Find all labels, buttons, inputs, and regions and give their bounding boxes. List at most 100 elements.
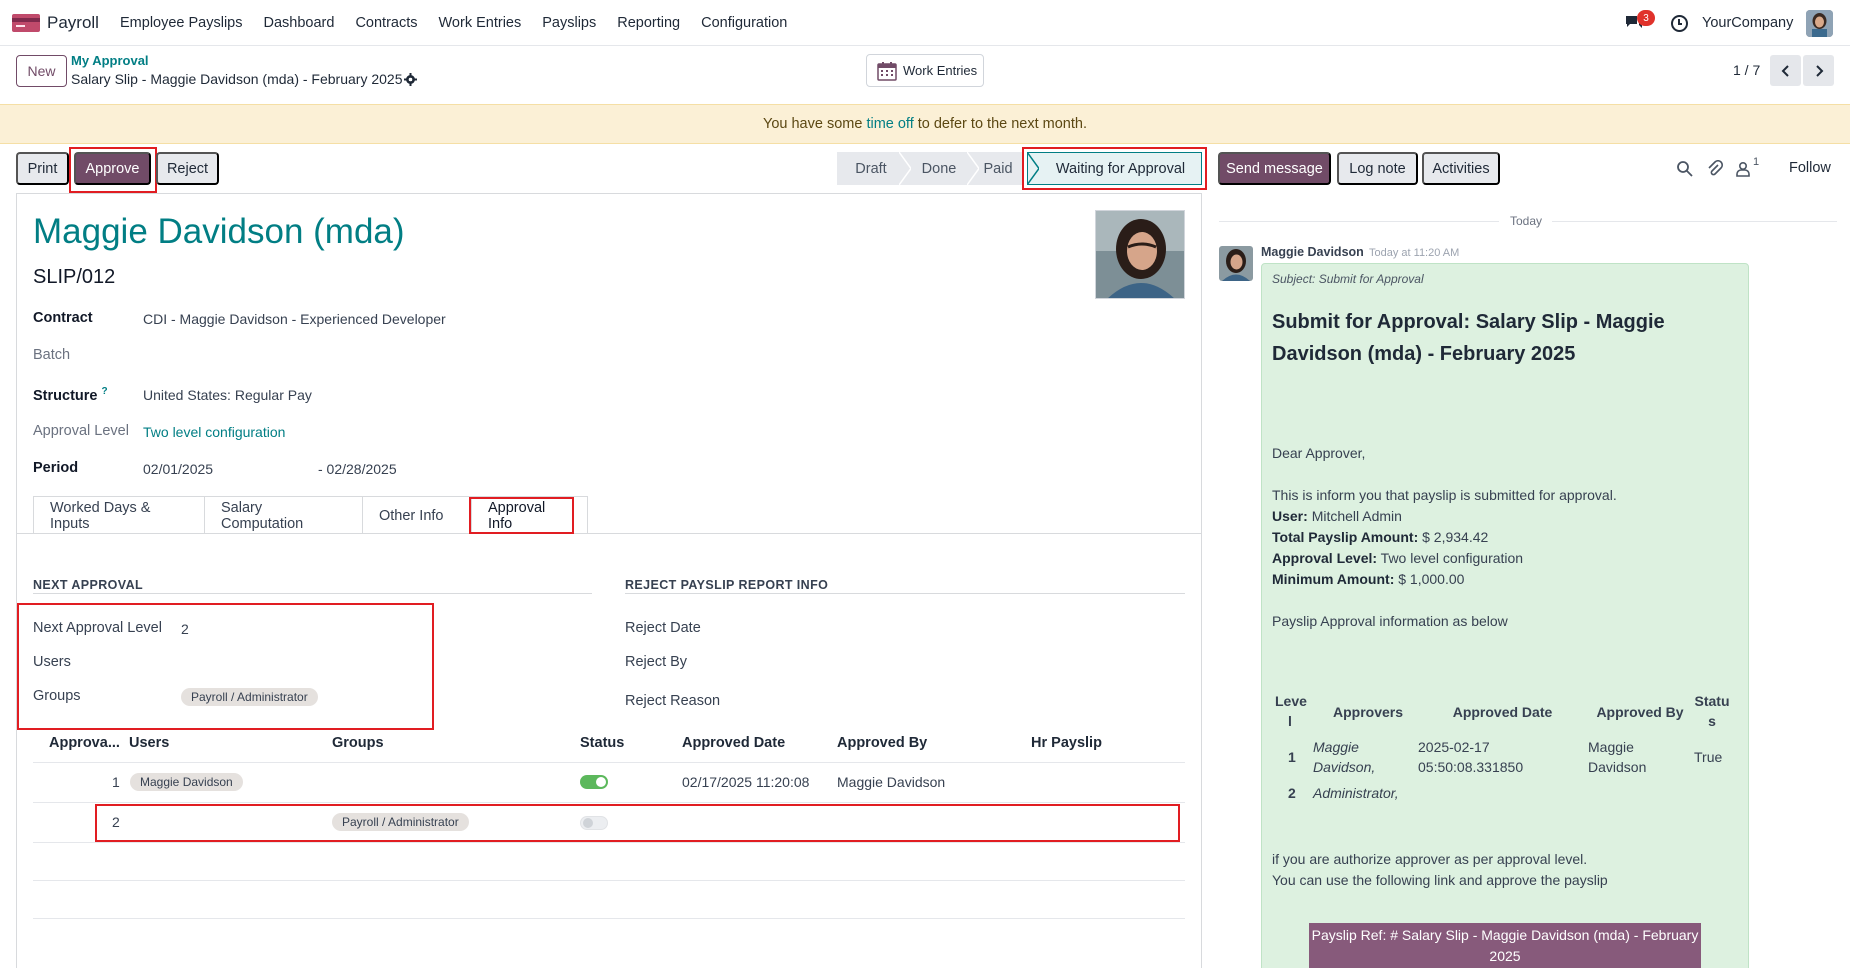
gear-icon[interactable] <box>404 73 417 86</box>
stage-paid[interactable]: Paid <box>973 152 1023 185</box>
message-subject: Subject: Submit for Approval <box>1272 272 1424 286</box>
payslip-ref-button[interactable]: Payslip Ref: # Salary Slip - Maggie Davi… <box>1309 923 1701 968</box>
message-info-line: Payslip Approval information as below <box>1272 613 1508 629</box>
next-approval-title: NEXT APPROVAL <box>33 578 144 592</box>
approval-tab-highlight <box>469 497 574 534</box>
tab-worked-days[interactable]: Worked Days & Inputs <box>33 496 205 534</box>
send-message-button[interactable]: Send message <box>1218 152 1331 185</box>
tab-salary-computation[interactable]: Salary Computation <box>204 496 363 534</box>
structure-value[interactable]: United States: Regular Pay <box>143 387 312 403</box>
col-hr-payslip[interactable]: Hr Payslip <box>1031 735 1102 751</box>
row2-highlight <box>95 804 1180 842</box>
time-off-banner: You have some time off to defer to the n… <box>0 104 1850 144</box>
msg-col-approved-date: Approved Date <box>1452 704 1553 720</box>
menu-work-entries[interactable]: Work Entries <box>439 15 522 31</box>
pager-value[interactable]: 1 / 7 <box>1733 62 1760 78</box>
row1-user-tag[interactable]: Maggie Davidson <box>130 773 243 791</box>
msg-row1-approvers: Maggie Davidson, <box>1313 739 1376 775</box>
menu-reporting[interactable]: Reporting <box>617 15 680 31</box>
period-label: Period <box>33 460 79 476</box>
tabs-divider <box>17 533 1201 534</box>
chevron-right-icon <box>1815 64 1823 77</box>
work-entries-label: Work Entries <box>903 63 978 78</box>
stage-separator <box>967 152 979 185</box>
col-approved-date[interactable]: Approved Date <box>682 735 785 751</box>
search-icon[interactable] <box>1676 160 1694 178</box>
chevron-left-icon <box>1781 64 1789 77</box>
day-separator-line <box>1219 221 1499 222</box>
company-switcher[interactable]: YourCompany <box>1702 15 1793 31</box>
message-user: User: Mitchell Admin <box>1272 508 1402 524</box>
pager-previous-button[interactable] <box>1770 55 1801 86</box>
col-status[interactable]: Status <box>580 735 624 751</box>
row1-approved-by[interactable]: Maggie Davidson <box>837 774 945 790</box>
menu-configuration[interactable]: Configuration <box>701 15 787 31</box>
stage-done[interactable]: Done <box>905 152 973 185</box>
menu-contracts[interactable]: Contracts <box>355 15 417 31</box>
row1-level[interactable]: 1 <box>112 774 120 790</box>
pager-next-button[interactable] <box>1803 55 1834 86</box>
msg-row2-level: 2 <box>1288 785 1296 801</box>
message-intro: This is inform you that payslip is submi… <box>1272 487 1617 503</box>
msg-row1-approved-by: Maggie Davidson <box>1588 739 1647 775</box>
period-from[interactable]: 02/01/2025 <box>143 461 213 477</box>
row1-approved-date[interactable]: 02/17/2025 11:20:08 <box>682 774 809 790</box>
follow-button[interactable]: Follow <box>1789 160 1831 176</box>
print-button[interactable]: Print <box>16 152 69 185</box>
time-off-link[interactable]: time off <box>862 116 917 132</box>
section-divider <box>33 593 592 594</box>
msg-col-status: Statu s <box>1694 693 1730 729</box>
table-row-line <box>33 918 1185 919</box>
app-name[interactable]: Payroll <box>47 13 99 33</box>
day-separator-line <box>1552 221 1837 222</box>
batch-label: Batch <box>33 347 71 363</box>
day-separator: Today <box>1510 214 1543 228</box>
reject-by-label: Reject By <box>625 654 688 670</box>
reject-button[interactable]: Reject <box>156 152 219 185</box>
message-time: Today at 11:20 AM <box>1369 247 1460 259</box>
section-divider <box>625 593 1185 594</box>
structure-help-icon[interactable]: ? <box>102 386 108 397</box>
followers-icon[interactable] <box>1734 160 1752 178</box>
stage-separator <box>899 152 911 185</box>
menu-employee-payslips[interactable]: Employee Payslips <box>120 15 243 31</box>
activities-button[interactable]: Activities <box>1422 152 1500 185</box>
col-users[interactable]: Users <box>129 735 169 751</box>
payroll-app-icon[interactable] <box>12 14 40 32</box>
contract-label: Contract <box>33 310 93 326</box>
col-groups[interactable]: Groups <box>332 735 384 751</box>
tab-other-info[interactable]: Other Info <box>362 496 472 534</box>
message-footer-1: if you are authorize approver as per app… <box>1272 851 1588 867</box>
message-greeting: Dear Approver, <box>1272 445 1366 461</box>
message-author-avatar[interactable] <box>1219 246 1253 281</box>
user-avatar[interactable] <box>1806 10 1833 37</box>
reject-reason-label: Reject Reason <box>625 693 721 709</box>
log-note-button[interactable]: Log note <box>1337 152 1418 185</box>
breadcrumb-current: Salary Slip - Maggie Davidson (mda) - Fe… <box>71 71 403 87</box>
message-author[interactable]: Maggie Davidson <box>1261 245 1364 259</box>
contract-value[interactable]: CDI - Maggie Davidson - Experienced Deve… <box>143 311 446 327</box>
msg-col-approved-by: Approved By <box>1596 704 1684 720</box>
table-row-line <box>33 880 1185 881</box>
next-approval-highlight <box>17 603 434 730</box>
employee-photo[interactable] <box>1095 210 1185 299</box>
menu-payslips[interactable]: Payslips <box>542 15 596 31</box>
form-sheet <box>16 193 1202 968</box>
breadcrumb-parent[interactable]: My Approval <box>71 53 149 68</box>
activity-clock-icon[interactable] <box>1671 15 1688 32</box>
table-row-line <box>33 842 1185 843</box>
table-row-line <box>33 802 1185 803</box>
row1-status-toggle[interactable] <box>580 775 608 789</box>
col-approved-by[interactable]: Approved By <box>837 735 927 751</box>
work-entries-button[interactable]: Work Entries <box>866 54 984 87</box>
message-approval-level: Approval Level: Two level configuration <box>1272 550 1524 566</box>
reject-date-label: Reject Date <box>625 620 701 636</box>
menu-dashboard[interactable]: Dashboard <box>264 15 335 31</box>
stage-draft[interactable]: Draft <box>837 152 905 185</box>
col-approval-level[interactable]: Approva... <box>49 735 120 751</box>
main-menu: Employee Payslips Dashboard Contracts Wo… <box>120 15 808 31</box>
approval-level-value[interactable]: Two level configuration <box>143 424 285 440</box>
paperclip-icon[interactable] <box>1706 160 1724 178</box>
period-to[interactable]: - 02/28/2025 <box>318 461 397 477</box>
new-button[interactable]: New <box>16 55 67 87</box>
